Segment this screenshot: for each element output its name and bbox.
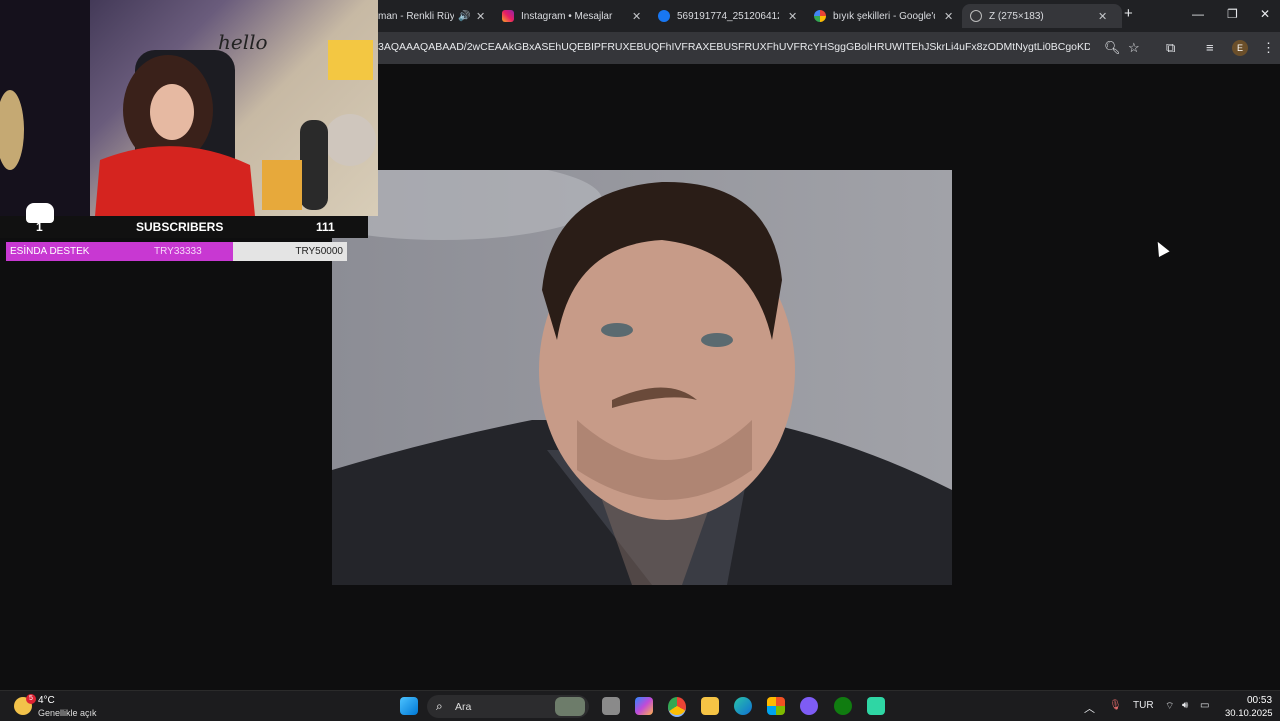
- task-view-icon[interactable]: [602, 697, 620, 715]
- edge-icon[interactable]: [734, 697, 752, 715]
- tab-google-search[interactable]: bıyık şekilleri - Google'da ✕: [814, 4, 957, 28]
- tray-overflow-icon[interactable]: ︿: [1084, 700, 1095, 716]
- close-tab-icon[interactable]: ✕: [632, 10, 641, 23]
- portrait-photo: [332, 170, 952, 585]
- search-highlight-image: [555, 697, 585, 716]
- media-controls-icon[interactable]: ≡: [1206, 40, 1214, 55]
- close-tab-icon[interactable]: ✕: [1098, 10, 1107, 23]
- new-tab-button[interactable]: +: [1124, 5, 1133, 22]
- volume-icon[interactable]: 🔊︎: [1182, 700, 1188, 711]
- tab-renkli-ruya[interactable]: man - Renkli Rüya 🔊 ✕: [378, 4, 488, 28]
- profile-avatar[interactable]: E: [1232, 40, 1248, 56]
- microsoft-store-icon[interactable]: [767, 697, 785, 715]
- more-menu-icon[interactable]: ⋮: [1262, 40, 1275, 56]
- proton-vpn-icon[interactable]: [800, 697, 818, 715]
- extensions-icon[interactable]: ⧉: [1166, 40, 1175, 56]
- goal-target: TRY50000: [295, 246, 343, 257]
- mouse-cursor: [1152, 239, 1170, 257]
- wifi-icon[interactable]: ⌔: [1165, 700, 1174, 713]
- streamlabs-icon[interactable]: [867, 697, 885, 715]
- tab-instagram[interactable]: Instagram • Mesajlar ✕: [502, 4, 645, 28]
- hello-wall-text: hello: [218, 30, 268, 54]
- tab-facebook-image[interactable]: 569191774_2512064123... ✕: [658, 4, 801, 28]
- language-indicator[interactable]: TUR: [1133, 700, 1154, 711]
- file-explorer-icon[interactable]: [701, 697, 719, 715]
- xbox-icon[interactable]: [834, 697, 852, 715]
- battery-icon[interactable]: ▭: [1200, 700, 1209, 711]
- goal-current: TRY33333: [154, 246, 202, 257]
- windows-start-icon[interactable]: [400, 697, 418, 715]
- subs-goal: 111: [316, 220, 335, 234]
- goal-label: ESİNDA DESTEK: [10, 246, 90, 257]
- weather-temp[interactable]: 4°C: [38, 695, 55, 706]
- speaker-icon[interactable]: 🔊: [458, 11, 470, 22]
- subscriber-counter-bar: 1 SUBSCRIBERS 111: [0, 203, 368, 238]
- subs-current: 1: [36, 220, 43, 234]
- tab-active-image[interactable]: Z (275×183) ✕: [962, 4, 1122, 28]
- close-tab-icon[interactable]: ✕: [944, 10, 953, 23]
- search-icon: ⌕: [436, 699, 443, 713]
- close-window-icon[interactable]: ✕: [1260, 7, 1270, 21]
- subs-label: SUBSCRIBERS: [136, 220, 224, 234]
- bookmark-star-icon[interactable]: ☆: [1128, 40, 1140, 56]
- windows-taskbar: 5 4°C Genellikle açık ⌕ Ara ︿ 🎙︎ TUR ⌔ 🔊…: [0, 690, 1280, 721]
- chrome-icon[interactable]: [668, 697, 686, 717]
- search-placeholder: Ara: [455, 701, 472, 713]
- webcam-overlay: hello: [0, 0, 378, 216]
- copilot-icon[interactable]: [635, 697, 653, 715]
- close-tab-icon[interactable]: ✕: [788, 10, 797, 23]
- webcam-feed: [0, 0, 376, 216]
- weather-desc[interactable]: Genellikle açık: [38, 708, 97, 718]
- weather-badge: 5: [26, 694, 36, 704]
- instagram-icon: [502, 10, 514, 22]
- google-icon: [814, 10, 826, 22]
- microphone-icon[interactable]: 🎙︎: [1109, 700, 1122, 711]
- minimize-icon[interactable]: —: [1192, 7, 1204, 21]
- displayed-image: [332, 170, 952, 585]
- clock-time[interactable]: 00:53: [1247, 695, 1272, 706]
- close-tab-icon[interactable]: ✕: [476, 10, 485, 23]
- maximize-icon[interactable]: ❐: [1227, 7, 1238, 21]
- donation-goal-bar: ESİNDA DESTEK TRY33333 TRY50000: [6, 242, 347, 261]
- url-field[interactable]: 3AQAAAQABAAD/2wCEAAkGBxASEhUQEBIPFRUXEBU…: [378, 41, 1090, 53]
- globe-icon: [970, 10, 982, 22]
- zoom-icon[interactable]: 🔍︎: [1104, 40, 1121, 56]
- clock-date[interactable]: 30.10.2025: [1225, 708, 1273, 719]
- facebook-icon: [658, 10, 670, 22]
- taskbar-search[interactable]: ⌕ Ara: [427, 695, 589, 718]
